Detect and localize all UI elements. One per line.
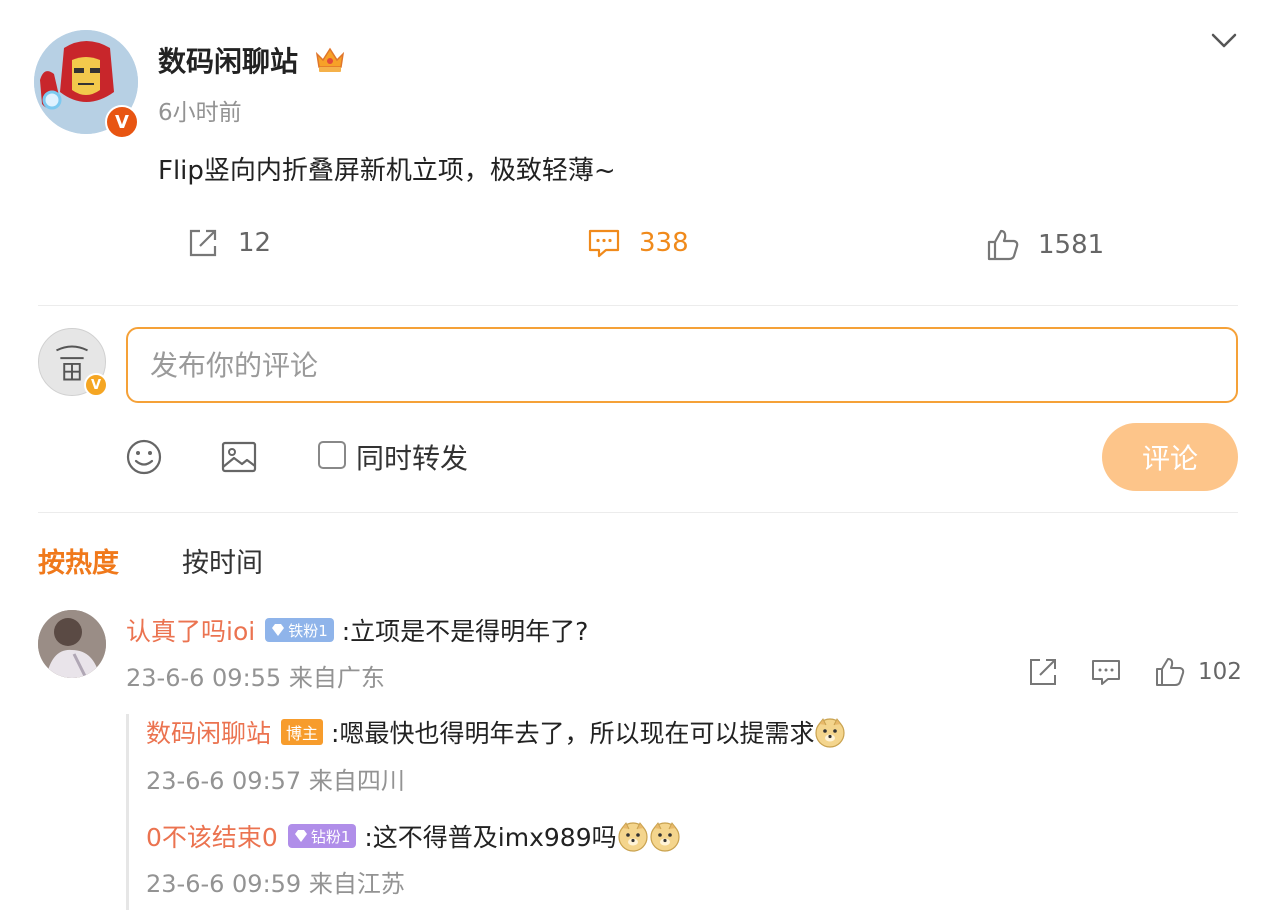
reply-meta: 23-6-6 09:59 来自江苏 [146, 870, 405, 898]
doge-emoji-icon [618, 822, 648, 852]
fan-badge: 铁粉1 [265, 618, 334, 642]
reply-thread-bar [126, 714, 129, 910]
reply-line: 数码闲聊站 博主 :嗯最快也得明年去了，所以现在可以提需求 [146, 714, 846, 750]
reply-meta: 23-6-6 09:57 来自四川 [146, 767, 405, 795]
repost-icon [189, 229, 217, 257]
verified-badge: V [84, 373, 108, 397]
reply-text: :这不得普及imx989吗 [364, 823, 617, 852]
verified-badge: V [105, 105, 139, 139]
comment-repost-button[interactable] [1027, 656, 1059, 688]
comment-like-button[interactable]: 102 [1154, 656, 1242, 688]
emoji-icon[interactable] [125, 438, 163, 476]
like-button[interactable]: 1581 [986, 228, 1104, 262]
diamond-icon [272, 624, 285, 636]
fan-badge: 钻粉1 [287, 824, 357, 848]
comment-button[interactable]: 338 [587, 226, 689, 260]
submit-comment-button[interactable]: 评论 [1102, 423, 1238, 491]
chevron-down-icon[interactable] [1208, 26, 1240, 54]
reply-author-name[interactable]: 数码闲聊站 [146, 714, 271, 750]
comment-icon [1092, 660, 1120, 685]
post-content: Flip竖向内折叠屏新机立项，极致轻薄~ [158, 156, 616, 186]
comment-like-count: 102 [1198, 659, 1242, 685]
divider [38, 512, 1238, 513]
tab-sort-by-time[interactable]: 按时间 [182, 541, 263, 580]
doge-emoji-icon [650, 822, 680, 852]
host-badge-label: 博主 [286, 724, 319, 743]
comment-meta: 23-6-6 09:55 来自广东 [126, 664, 385, 692]
reply-author-name[interactable]: 0不该结束0 [146, 818, 278, 854]
post-author-name[interactable]: 数码闲聊站 [158, 40, 298, 80]
post-time: 6小时前 [158, 100, 242, 126]
host-badge: 博主 [281, 719, 324, 745]
comment-input[interactable] [126, 327, 1238, 403]
thumbs-up-icon [987, 229, 1019, 261]
crown-icon [315, 47, 345, 72]
repost-button[interactable]: 12 [186, 226, 271, 260]
image-upload-icon[interactable] [220, 438, 258, 476]
like-count: 1581 [1038, 230, 1105, 260]
diamond-icon [294, 830, 307, 842]
comment-icon [588, 229, 620, 258]
repost-count: 12 [238, 228, 272, 258]
commenter-name[interactable]: 认真了吗ioi [126, 612, 255, 648]
comment-text: :立项是不是得明年了? [341, 617, 589, 646]
thumbs-up-icon [1156, 658, 1185, 686]
repost-icon [1030, 659, 1056, 685]
reply-line: 0不该结束0 钻粉1 :这不得普及imx989吗 [146, 818, 681, 854]
fan-badge-label: 铁粉1 [288, 621, 328, 640]
comment-line: 认真了吗ioi 铁粉1 :立项是不是得明年了? [126, 612, 588, 648]
repost-checkbox-label[interactable]: 同时转发 [356, 437, 468, 477]
commenter-avatar-image [38, 610, 106, 678]
comment-count: 338 [639, 228, 689, 258]
comment-reply-button[interactable] [1090, 656, 1122, 688]
tab-sort-by-hot[interactable]: 按热度 [38, 541, 119, 580]
commenter-avatar[interactable] [38, 610, 106, 678]
divider [38, 305, 1238, 306]
doge-emoji-icon [815, 718, 846, 748]
reply-text: :嗯最快也得明年去了，所以现在可以提需求 [331, 719, 815, 748]
repost-checkbox[interactable] [318, 441, 346, 469]
fan-badge-label: 钻粉1 [310, 827, 351, 846]
